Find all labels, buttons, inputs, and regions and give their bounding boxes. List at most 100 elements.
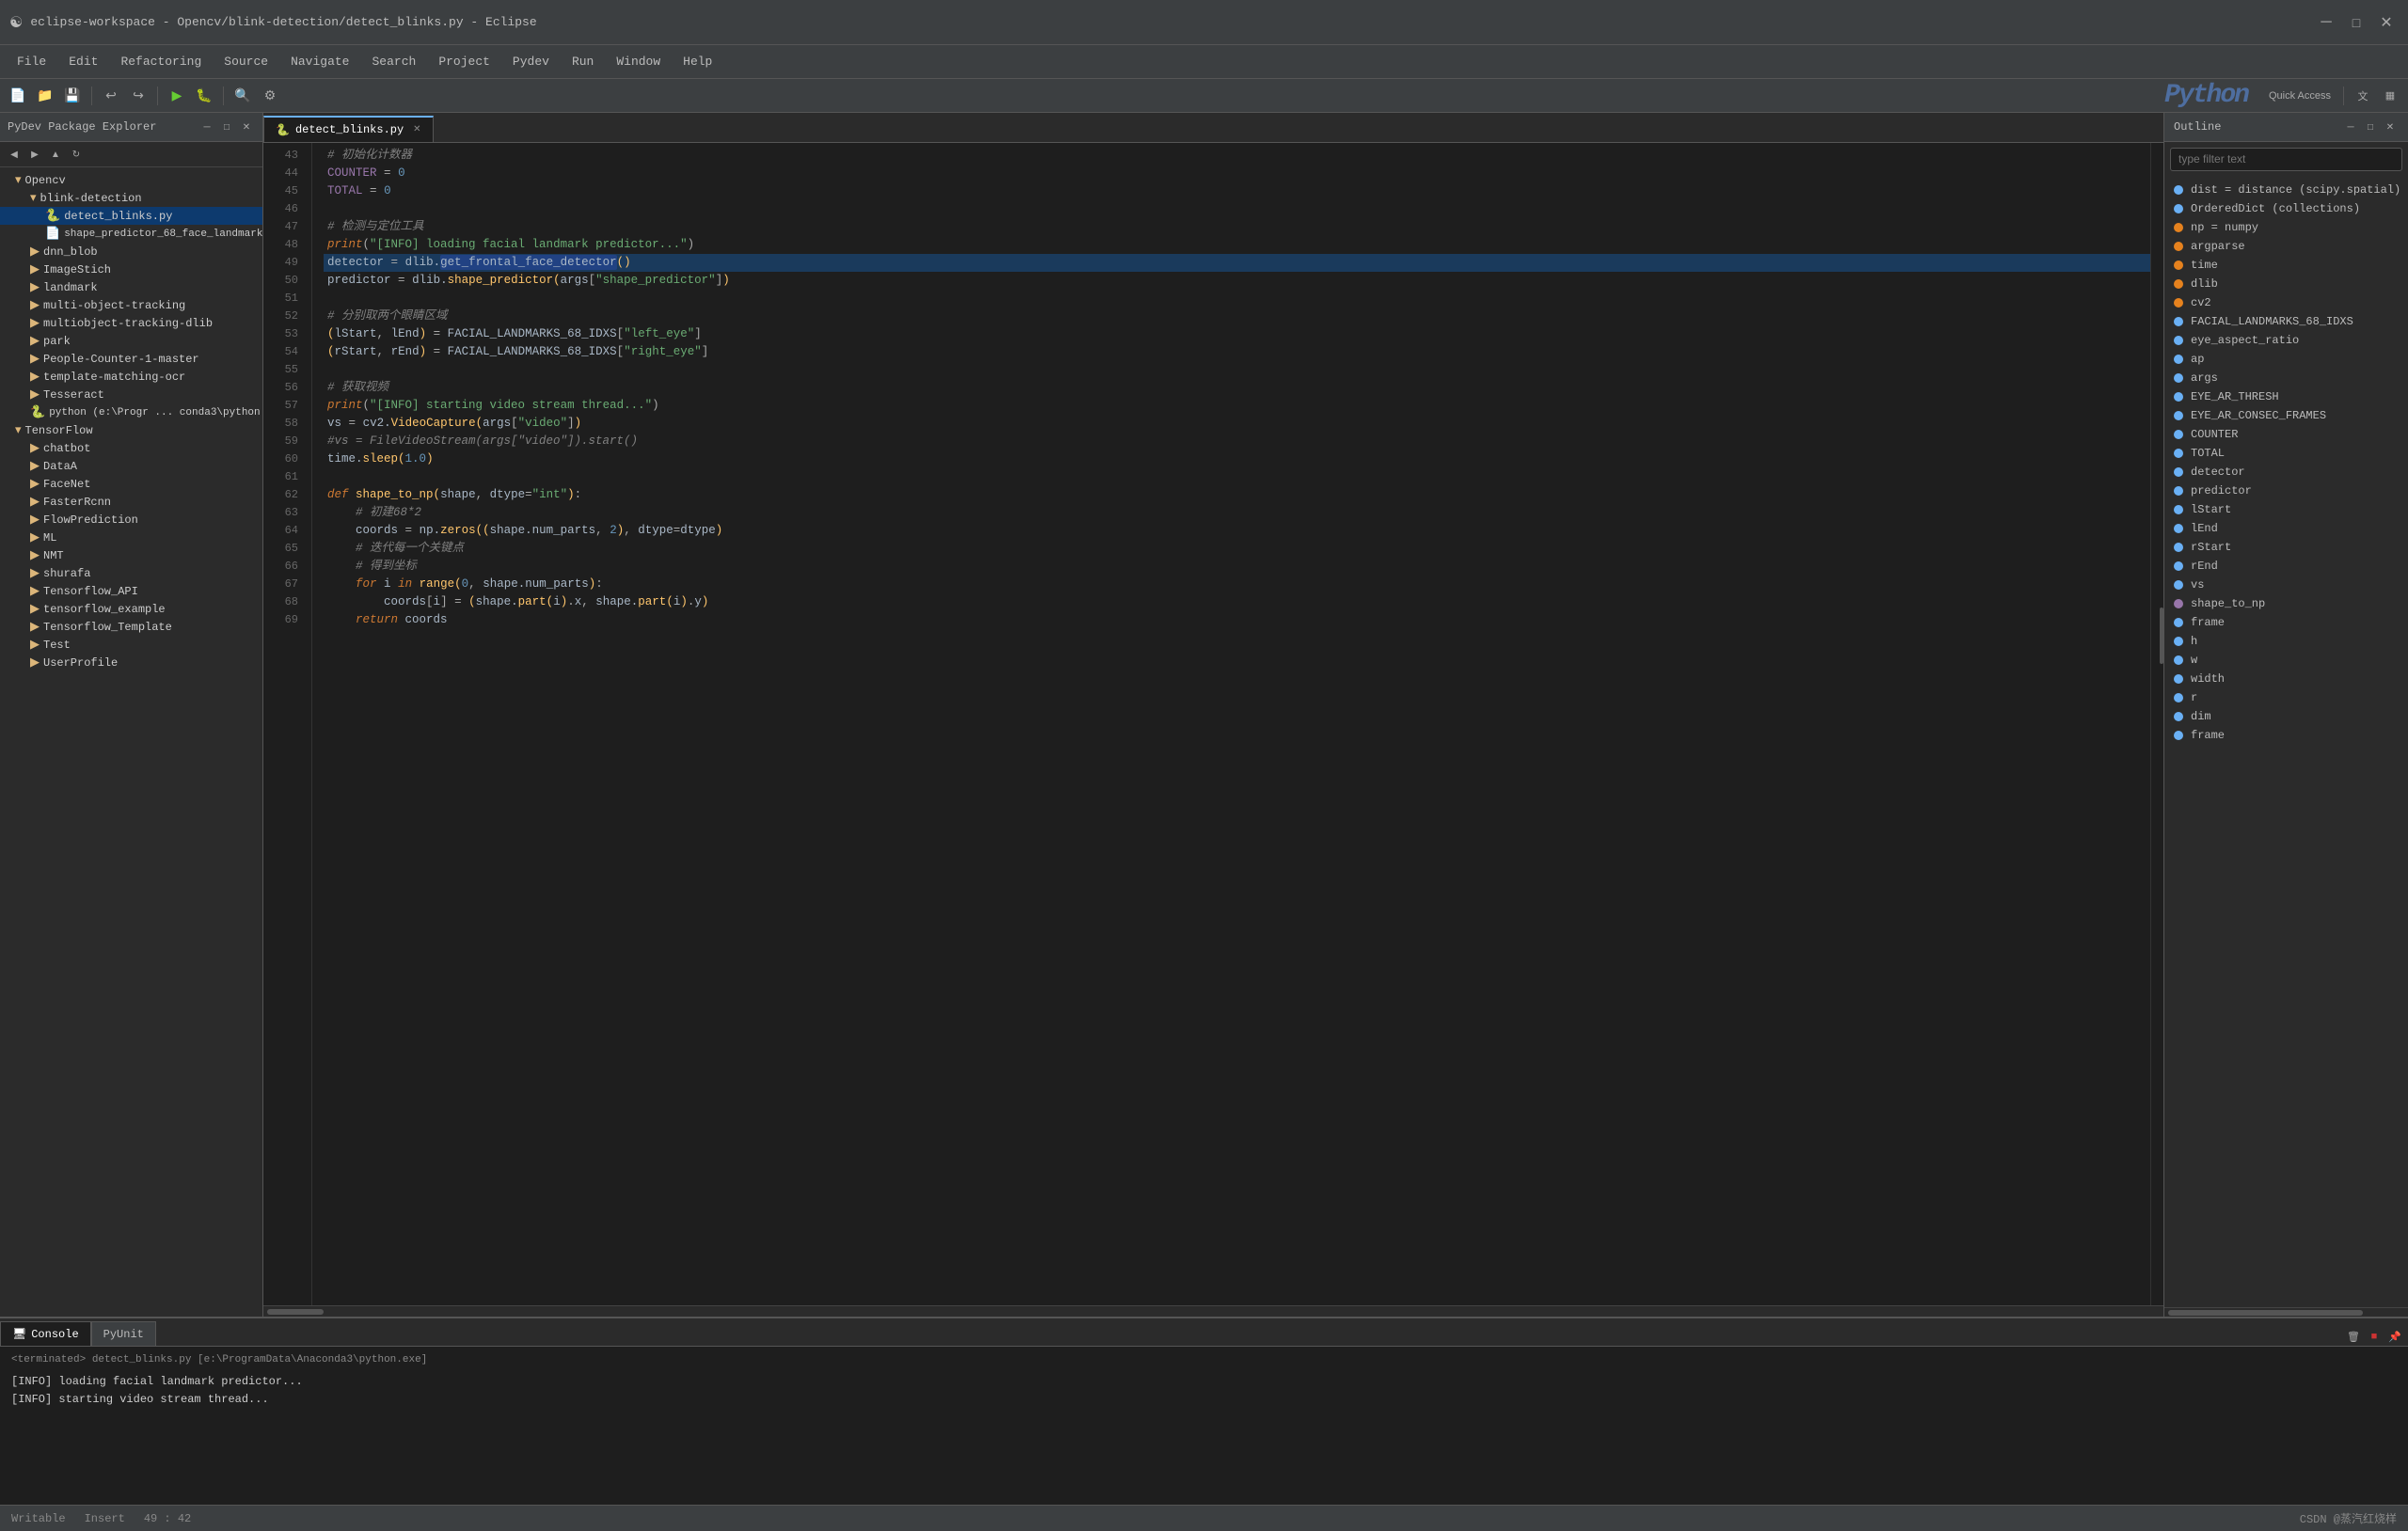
minimize-button[interactable]: ─ <box>2314 10 2338 35</box>
sidebar-forward[interactable]: ▶ <box>26 146 43 163</box>
sidebar-collapse[interactable]: □ <box>218 118 235 135</box>
close-button[interactable]: ✕ <box>2374 10 2399 35</box>
console-pin[interactable]: 📌 <box>2385 1327 2404 1346</box>
menu-refactoring[interactable]: Refactoring <box>111 51 211 72</box>
sidebar-up[interactable]: ▲ <box>47 146 64 163</box>
outline-item-rstart[interactable]: rStart <box>2164 538 2408 557</box>
toolbar-run[interactable]: ▶ <box>165 84 189 108</box>
maximize-button[interactable]: □ <box>2344 10 2368 35</box>
sidebar-back[interactable]: ◀ <box>6 146 23 163</box>
outline-item-time[interactable]: time <box>2164 256 2408 275</box>
sidebar-item-blink-detection[interactable]: ▾ blink-detection <box>0 189 262 207</box>
sidebar-item-opencv[interactable]: ▾ Opencv <box>0 171 262 189</box>
toolbar-new[interactable]: 📄 <box>6 84 30 108</box>
sidebar-item-tensorflow-template[interactable]: ▶ Tensorflow_Template <box>0 618 262 636</box>
outline-item-r[interactable]: r <box>2164 688 2408 707</box>
code-content[interactable]: # 初始化计数器 COUNTER = 0 TOTAL = 0 # 检测与定位工具… <box>312 143 2150 1305</box>
sidebar-item-userprofile[interactable]: ▶ UserProfile <box>0 654 262 671</box>
code-editor[interactable]: 43 44 45 46 47 48 49 50 51 52 53 54 55 5… <box>263 143 2163 1305</box>
console-clear[interactable]: 🗑 <box>2344 1327 2363 1346</box>
toolbar-redo[interactable]: ↪ <box>126 84 150 108</box>
outline-item-args[interactable]: args <box>2164 369 2408 387</box>
sidebar-item-flowprediction[interactable]: ▶ FlowPrediction <box>0 511 262 529</box>
outline-close[interactable]: ✕ <box>2382 118 2399 135</box>
sidebar-item-shurafa[interactable]: ▶ shurafa <box>0 564 262 582</box>
sidebar-item-test[interactable]: ▶ Test <box>0 636 262 654</box>
scrollbar[interactable] <box>2150 143 2163 1305</box>
sidebar-item-dataa[interactable]: ▶ DataA <box>0 457 262 475</box>
sidebar-item-tesseract[interactable]: ▶ Tesseract <box>0 386 262 403</box>
menu-pydev[interactable]: Pydev <box>503 51 559 72</box>
outline-filter-box[interactable] <box>2170 148 2402 171</box>
outline-item-rend[interactable]: rEnd <box>2164 557 2408 576</box>
quick-access[interactable]: Quick Access <box>2263 84 2337 108</box>
sidebar-item-dnn-blob[interactable]: ▶ dnn_blob <box>0 243 262 260</box>
outline-item-predictor[interactable]: predictor <box>2164 481 2408 500</box>
toolbar-undo[interactable]: ↩ <box>99 84 123 108</box>
sidebar-item-park[interactable]: ▶ park <box>0 332 262 350</box>
sidebar-item-nmt[interactable]: ▶ NMT <box>0 546 262 564</box>
outline-item-frame1[interactable]: frame <box>2164 613 2408 632</box>
toolbar-settings[interactable]: ⚙ <box>258 84 282 108</box>
toolbar-btn-b[interactable]: ▦ <box>2378 84 2402 108</box>
outline-scrollbar[interactable] <box>2164 1307 2408 1317</box>
outline-item-w[interactable]: w <box>2164 651 2408 670</box>
menu-window[interactable]: Window <box>607 51 670 72</box>
sidebar-item-multi-object[interactable]: ▶ multi-object-tracking <box>0 296 262 314</box>
outline-item-shape-to-np[interactable]: shape_to_np <box>2164 594 2408 613</box>
sidebar-item-chatbot[interactable]: ▶ chatbot <box>0 439 262 457</box>
menu-help[interactable]: Help <box>673 51 721 72</box>
outline-item-np[interactable]: np = numpy <box>2164 218 2408 237</box>
console-stop[interactable]: ■ <box>2365 1327 2384 1346</box>
sidebar-item-imagestich[interactable]: ▶ ImageStich <box>0 260 262 278</box>
menu-source[interactable]: Source <box>214 51 277 72</box>
horizontal-scrollbar[interactable] <box>263 1305 2163 1317</box>
tab-close[interactable]: ✕ <box>413 124 420 135</box>
outline-max[interactable]: □ <box>2362 118 2379 135</box>
menu-edit[interactable]: Edit <box>59 51 107 72</box>
outline-item-ap[interactable]: ap <box>2164 350 2408 369</box>
sidebar-refresh[interactable]: ↻ <box>68 146 85 163</box>
sidebar-item-python-env[interactable]: 🐍 python (e:\Progr ... conda3\python.exe… <box>0 403 262 421</box>
outline-item-lstart[interactable]: lStart <box>2164 500 2408 519</box>
toolbar-save[interactable]: 💾 <box>60 84 85 108</box>
outline-item-cv2[interactable]: cv2 <box>2164 293 2408 312</box>
sidebar-item-tensorflow-example[interactable]: ▶ tensorflow_example <box>0 600 262 618</box>
sidebar-item-facenet[interactable]: ▶ FaceNet <box>0 475 262 493</box>
outline-item-facial-landmarks[interactable]: FACIAL_LANDMARKS_68_IDXS <box>2164 312 2408 331</box>
outline-item-counter[interactable]: COUNTER <box>2164 425 2408 444</box>
sidebar-item-landmark[interactable]: ▶ landmark <box>0 278 262 296</box>
menu-file[interactable]: File <box>8 51 55 72</box>
tab-pyunit[interactable]: PyUnit <box>91 1321 156 1346</box>
outline-item-eye-aspect-ratio[interactable]: eye_aspect_ratio <box>2164 331 2408 350</box>
sidebar-item-detect-blinks[interactable]: 🐍 detect_blinks.py <box>0 207 262 225</box>
sidebar-minimize[interactable]: ─ <box>198 118 215 135</box>
tab-detect-blinks[interactable]: 🐍 detect_blinks.py ✕ <box>263 116 434 142</box>
toolbar-search[interactable]: 🔍 <box>230 84 255 108</box>
outline-item-detector[interactable]: detector <box>2164 463 2408 481</box>
menu-run[interactable]: Run <box>562 51 603 72</box>
toolbar-btn-a[interactable]: 文 <box>2351 84 2375 108</box>
outline-item-lend[interactable]: lEnd <box>2164 519 2408 538</box>
sidebar-item-ml[interactable]: ▶ ML <box>0 529 262 546</box>
outline-item-dlib[interactable]: dlib <box>2164 275 2408 293</box>
sidebar-close[interactable]: ✕ <box>238 118 255 135</box>
sidebar-item-fasterrcnn[interactable]: ▶ FasterRcnn <box>0 493 262 511</box>
outline-item-frame2[interactable]: frame <box>2164 726 2408 745</box>
sidebar-item-people-counter[interactable]: ▶ People-Counter-1-master <box>0 350 262 368</box>
sidebar-item-template-matching[interactable]: ▶ template-matching-ocr <box>0 368 262 386</box>
outline-filter-input[interactable] <box>2178 152 2394 166</box>
sidebar-item-shape-predictor[interactable]: 📄 shape_predictor_68_face_landmarks.dat <box>0 225 262 243</box>
outline-item-argparse[interactable]: argparse <box>2164 237 2408 256</box>
sidebar-item-multiobject-dlib[interactable]: ▶ multiobject-tracking-dlib <box>0 314 262 332</box>
menu-project[interactable]: Project <box>429 51 499 72</box>
menu-navigate[interactable]: Navigate <box>281 51 358 72</box>
outline-item-vs[interactable]: vs <box>2164 576 2408 594</box>
outline-item-h[interactable]: h <box>2164 632 2408 651</box>
outline-minimize[interactable]: ─ <box>2342 118 2359 135</box>
sidebar-item-tensorflow-api[interactable]: ▶ Tensorflow_API <box>0 582 262 600</box>
outline-item-dim[interactable]: dim <box>2164 707 2408 726</box>
outline-item-dist[interactable]: dist = distance (scipy.spatial) <box>2164 181 2408 199</box>
menu-search[interactable]: Search <box>363 51 426 72</box>
outline-item-eye-ar-thresh[interactable]: EYE_AR_THRESH <box>2164 387 2408 406</box>
